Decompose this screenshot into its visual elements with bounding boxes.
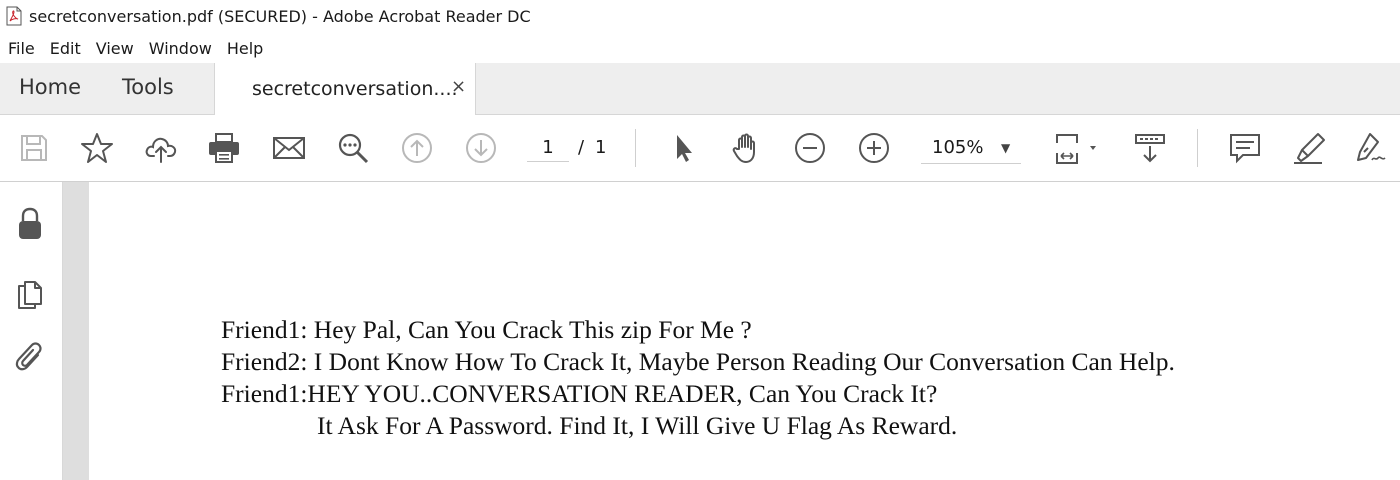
- document-page: Friend1: Hey Pal, Can You Crack This zip…: [89, 182, 1400, 480]
- zoom-level-select[interactable]: 105% ▼: [921, 133, 1021, 164]
- pages-icon[interactable]: [14, 274, 46, 310]
- scroll-mode-icon[interactable]: [1133, 131, 1167, 165]
- window-title: secretconversation.pdf (SECURED) - Adobe…: [29, 7, 531, 26]
- tab-bar: Home Tools secretconversation.... ×: [0, 63, 1400, 115]
- page-total: 1: [595, 137, 607, 158]
- attachment-icon[interactable]: [14, 340, 46, 376]
- pdf-file-icon: [6, 6, 22, 26]
- menu-file[interactable]: File: [8, 39, 35, 58]
- title-bar: secretconversation.pdf (SECURED) - Adobe…: [0, 0, 1400, 34]
- navigation-pane: [0, 182, 63, 480]
- sign-icon[interactable]: [1354, 131, 1388, 165]
- page-number-input[interactable]: 1: [527, 135, 569, 162]
- tab-tools[interactable]: Tools: [122, 75, 174, 99]
- tab-document[interactable]: secretconversation.... ×: [214, 63, 476, 115]
- zoom-in-icon[interactable]: [857, 131, 891, 165]
- fit-page-icon[interactable]: [1053, 131, 1103, 165]
- lock-icon[interactable]: [14, 206, 46, 242]
- menu-help[interactable]: Help: [227, 39, 263, 58]
- save-icon[interactable]: [17, 131, 51, 165]
- select-cursor-icon[interactable]: [667, 131, 701, 165]
- document-text-line: Friend1: Hey Pal, Can You Crack This zip…: [221, 315, 752, 344]
- tab-home[interactable]: Home: [19, 75, 81, 99]
- toolbar-divider-2: [1197, 129, 1198, 167]
- menu-bar: File Edit View Window Help: [0, 36, 1400, 60]
- document-text-line: Friend2: I Dont Know How To Crack It, Ma…: [221, 347, 1175, 376]
- print-icon[interactable]: [207, 131, 241, 165]
- menu-edit[interactable]: Edit: [50, 39, 81, 58]
- comment-icon[interactable]: [1228, 131, 1262, 165]
- zoom-out-icon[interactable]: [793, 131, 827, 165]
- document-tab-label: secretconversation....: [252, 78, 458, 100]
- toolbar: 1 / 1 105% ▼: [0, 115, 1400, 182]
- page-gutter: [63, 182, 89, 480]
- chevron-down-icon: ▼: [1001, 141, 1011, 155]
- hand-icon[interactable]: [730, 131, 764, 165]
- document-text-line: Friend1:HEY YOU..CONVERSATION READER, Ca…: [221, 379, 938, 408]
- toolbar-divider: [635, 129, 636, 167]
- prev-page-icon[interactable]: [400, 131, 434, 165]
- document-text-line: It Ask For A Password. Find It, I Will G…: [317, 411, 958, 440]
- highlight-icon[interactable]: [1292, 131, 1326, 165]
- email-icon[interactable]: [272, 131, 306, 165]
- menu-window[interactable]: Window: [149, 39, 212, 58]
- bookmark-star-icon[interactable]: [80, 131, 114, 165]
- next-page-icon[interactable]: [464, 131, 498, 165]
- find-icon[interactable]: [336, 131, 370, 165]
- page-separator: /: [578, 137, 585, 158]
- zoom-level-value: 105%: [932, 137, 984, 158]
- close-tab-button[interactable]: ×: [451, 76, 466, 97]
- cloud-upload-icon[interactable]: [144, 131, 178, 165]
- menu-view[interactable]: View: [96, 39, 134, 58]
